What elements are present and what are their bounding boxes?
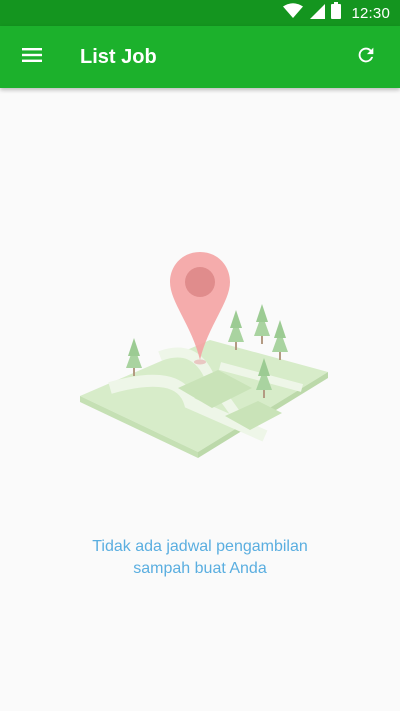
wifi-icon <box>283 2 304 24</box>
cell-signal-icon <box>309 3 326 24</box>
app-bar: List Job <box>0 26 400 88</box>
map-pin-park-illustration <box>70 238 340 468</box>
battery-icon <box>331 2 342 24</box>
hamburger-menu-icon <box>22 47 42 68</box>
status-icons: 12:30 <box>283 0 390 26</box>
job-list-content: Tidak ada jadwal pengambilan sampah buat… <box>0 88 400 711</box>
status-time: 12:30 <box>351 4 390 22</box>
empty-state-message: Tidak ada jadwal pengambilan sampah buat… <box>40 536 360 580</box>
menu-button[interactable] <box>12 37 52 77</box>
empty-state-line-2: sampah buat Anda <box>133 560 267 577</box>
empty-state-line-1: Tidak ada jadwal pengambilan <box>92 538 308 555</box>
status-bar: 12:30 <box>0 0 400 26</box>
page-title: List Job <box>80 46 157 68</box>
tree-icon <box>126 338 142 376</box>
refresh-icon <box>355 44 377 71</box>
refresh-button[interactable] <box>346 37 386 77</box>
